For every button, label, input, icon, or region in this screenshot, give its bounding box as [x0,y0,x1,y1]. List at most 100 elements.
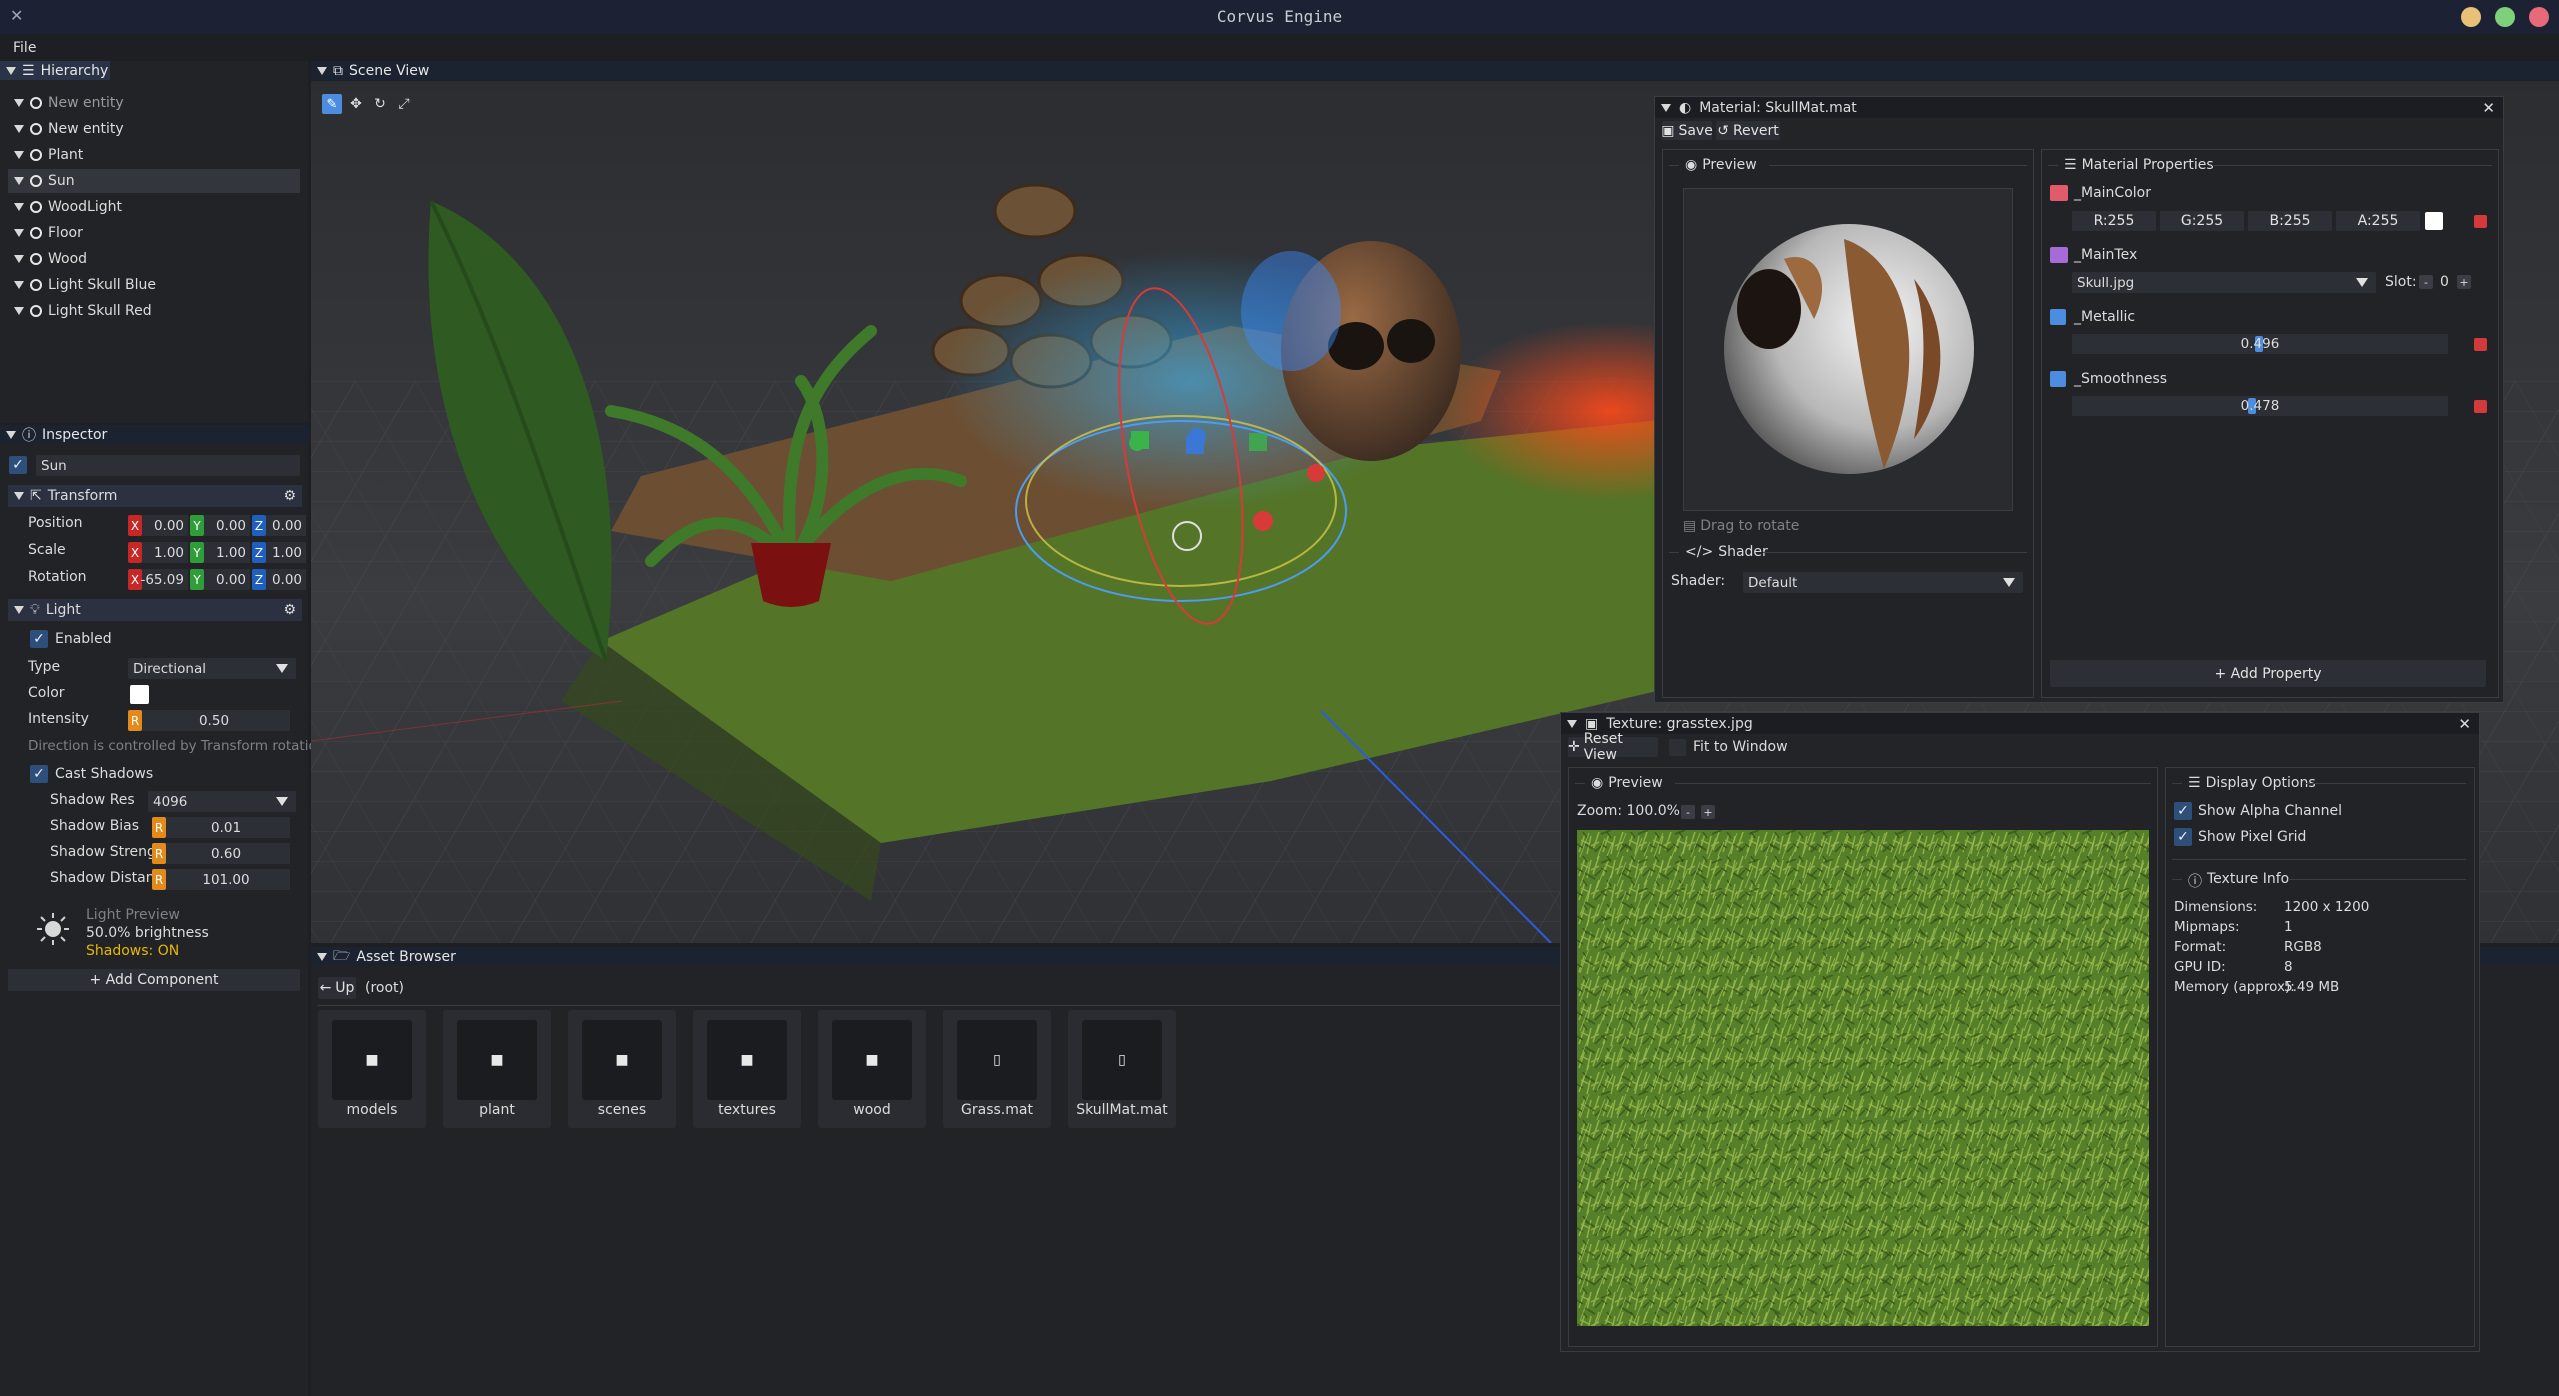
hierarchy-item[interactable]: Light Skull Blue [14,273,294,297]
remove-property-button[interactable] [2474,338,2487,351]
asset-folder-wood[interactable]: ■ wood [818,1010,926,1128]
scale-x-field[interactable]: 1.00 [142,542,188,563]
rotation-z-field[interactable]: 0.00 [266,569,306,590]
main-color-swatch[interactable] [2425,212,2443,230]
add-component-button[interactable]: + Add Component [8,969,300,991]
close-icon[interactable]: ✕ [2482,99,2495,117]
scene-view-header[interactable]: ⧉ Scene View [311,61,2559,80]
hierarchy-item-selected[interactable]: Sun [8,169,300,193]
folder-icon: ■ [457,1020,537,1100]
position-y-field[interactable]: 0.00 [204,515,250,536]
metallic-slider[interactable]: 0.496 [2072,334,2448,354]
entity-icon [30,305,42,317]
rotation-y-field[interactable]: 0.00 [204,569,250,590]
shader-label: Shader: [1671,573,1726,589]
material-window-title-bar[interactable]: ◐ Material: SkullMat.mat ✕ [1655,97,2503,118]
entity-active-checkbox[interactable]: ✓ [9,456,27,474]
add-property-button[interactable]: + Add Property [2050,660,2486,687]
position-label: Position [28,515,83,531]
chevron-down-icon [276,797,288,806]
material-preview-viewport[interactable] [1683,188,2013,511]
cast-shadows-checkbox[interactable]: ✓ [30,765,48,783]
scale-tool-icon[interactable]: ⤢ [394,94,414,114]
scale-y-field[interactable]: 1.00 [204,542,250,563]
divider [1769,165,2027,166]
main-color-r[interactable]: R:255 [2072,211,2156,231]
collapse-icon [6,430,16,439]
rotation-x-field[interactable]: -65.09 [140,569,188,590]
main-color-a[interactable]: A:255 [2336,211,2420,231]
hierarchy-item[interactable]: WoodLight [14,195,294,219]
scale-z-field[interactable]: 1.00 [266,542,306,563]
asset-file-grass-mat[interactable]: ▯ Grass.mat [943,1010,1051,1128]
main-tex-select[interactable]: Skull.jpg [2072,272,2376,293]
scene-view-title: Scene View [349,62,430,79]
position-x-field[interactable]: 0.00 [142,515,188,536]
asset-folder-plant[interactable]: ■ plant [443,1010,551,1128]
hierarchy-item[interactable]: Plant [14,143,294,167]
position-z-field[interactable]: 0.00 [266,515,306,536]
float-property-icon [2050,309,2066,325]
info-value: 5.49 MB [2284,979,2340,995]
collapse-icon [14,492,24,500]
window-title: Corvus Engine [1216,7,1343,26]
transform-header[interactable]: ⇱ Transform ⚙ [8,485,302,507]
asset-folder-scenes[interactable]: ■ scenes [568,1010,676,1128]
light-header[interactable]: 💡︎ Light ⚙ [8,599,302,621]
reset-view-button[interactable]: ✛ Reset View [1568,731,1658,763]
hierarchy-item[interactable]: New entity [14,91,294,115]
light-color-swatch[interactable] [130,685,149,704]
minimize-button[interactable] [2461,7,2481,27]
texture-window-title-bar[interactable]: ▣ Texture: grasstex.jpg ✕ [1561,713,2479,734]
hierarchy-item[interactable]: New entity [14,117,294,141]
close-icon[interactable]: ✕ [2458,715,2471,733]
entity-name-input[interactable]: Sun [36,455,300,476]
shadow-strength-field[interactable]: 0.60 [166,843,290,864]
entity-icon [30,97,42,109]
hierarchy-header[interactable]: ☰ Hierarchy [0,61,110,80]
hierarchy-item[interactable]: Floor [14,221,294,245]
zoom-out-button[interactable]: - [1681,805,1695,819]
slot-decrement-button[interactable]: - [2419,275,2433,289]
rotate-tool-icon[interactable]: ↻ [370,94,390,114]
hierarchy-item[interactable]: Light Skull Red [14,299,294,323]
smoothness-slider[interactable]: 0.478 [2072,396,2448,416]
up-button[interactable]: ← Up [318,977,356,999]
shadow-res-select[interactable]: 4096 [148,791,296,812]
divider [2306,783,2466,784]
main-color-b[interactable]: B:255 [2248,211,2332,231]
shader-select[interactable]: Default [1743,572,2023,593]
shadow-distance-field[interactable]: 101.00 [166,869,290,890]
menu-file[interactable]: File [13,40,36,56]
inspector-header[interactable]: ⓘ Inspector [0,425,308,444]
asset-folder-textures[interactable]: ■ textures [693,1010,801,1128]
expand-icon [14,99,24,107]
remove-property-button[interactable] [2474,215,2487,228]
fit-window-checkbox[interactable] [1669,739,1686,756]
material-revert-button[interactable]: ↺ Revert [1716,121,1780,140]
maximize-button[interactable] [2495,7,2515,27]
hierarchy-item[interactable]: Wood [14,247,294,271]
material-save-button[interactable]: ▣ Save [1661,121,1713,140]
texture-image[interactable] [1577,830,2149,1326]
asset-folder-models[interactable]: ■ models [318,1010,426,1128]
gear-icon[interactable]: ⚙ [283,602,296,618]
show-alpha-checkbox[interactable]: ✓ [2174,802,2192,820]
asset-file-skullmat-mat[interactable]: ▯ SkullMat.mat [1068,1010,1176,1128]
slot-increment-button[interactable]: + [2457,275,2471,289]
gear-icon[interactable]: ⚙ [283,488,296,504]
intensity-field[interactable]: 0.50 [142,710,290,731]
float-property-icon [2050,371,2066,387]
smoothness-value: 0.478 [2240,398,2280,414]
wrench-tool-icon[interactable]: ✎ [322,94,342,114]
light-type-select[interactable]: Directional [128,658,296,679]
main-color-g[interactable]: G:255 [2160,211,2244,231]
move-tool-icon[interactable]: ✥ [346,94,366,114]
axis-x-label: X [128,515,142,536]
close-window-button[interactable] [2529,7,2549,27]
shadow-bias-field[interactable]: 0.01 [166,817,290,838]
remove-property-button[interactable] [2474,400,2487,413]
zoom-in-button[interactable]: + [1701,805,1715,819]
show-grid-checkbox[interactable]: ✓ [2174,828,2192,846]
light-enabled-checkbox[interactable]: ✓ [30,630,48,648]
